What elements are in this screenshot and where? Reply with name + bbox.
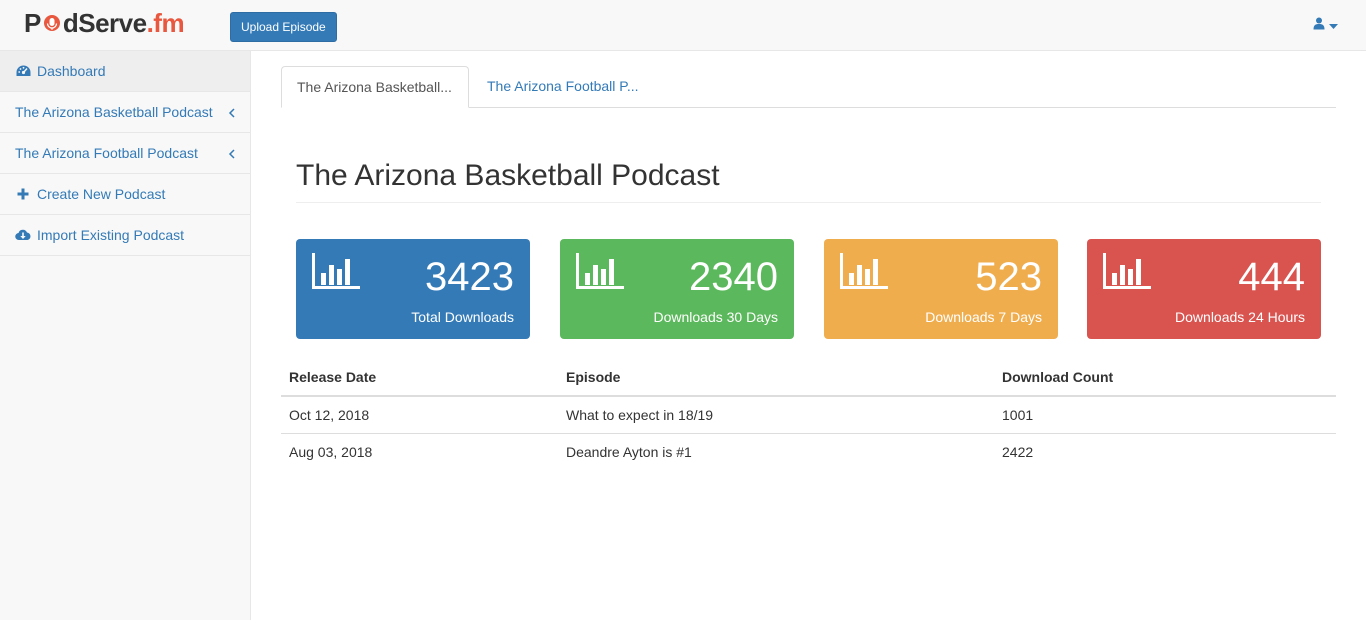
cloud-download-icon	[15, 228, 31, 242]
sidebar-item-label: The Arizona Basketball Podcast	[15, 104, 213, 120]
sidebar-item-label: Create New Podcast	[37, 186, 166, 202]
sidebar-item-label: Dashboard	[37, 63, 106, 79]
stat-panel-downloads-7-days: 523 Downloads 7 Days	[824, 239, 1058, 339]
stat-label: Downloads 24 Hours	[1175, 309, 1305, 325]
podcast-tabs: The Arizona Basketball... The Arizona Fo…	[281, 66, 1336, 108]
table-row: Oct 12, 2018 What to expect in 18/19 100…	[281, 396, 1336, 434]
sidebar-item-label: Import Existing Podcast	[37, 227, 185, 243]
stat-value: 444	[1238, 255, 1305, 299]
user-menu-toggle[interactable]	[1313, 16, 1338, 34]
column-header-release-date: Release Date	[281, 358, 558, 397]
bar-chart-icon	[576, 253, 624, 289]
tab-football-podcast[interactable]: The Arizona Football P...	[472, 66, 654, 108]
brand-prefix: P	[24, 7, 41, 38]
sidebar: Dashboard The Arizona Basketball Podcast…	[0, 51, 251, 620]
main-content: The Arizona Basketball... The Arizona Fo…	[251, 51, 1366, 620]
dashboard-icon	[15, 64, 31, 78]
download-count-cell: 1001	[994, 396, 1336, 434]
column-header-episode: Episode	[558, 358, 994, 397]
table-row: Aug 03, 2018 Deandre Ayton is #1 2422	[281, 433, 1336, 470]
bar-chart-icon	[840, 253, 888, 289]
page-title: The Arizona Basketball Podcast	[296, 159, 1321, 203]
stat-value: 523	[975, 255, 1042, 299]
episode-cell: What to expect in 18/19	[558, 396, 994, 434]
user-icon	[1313, 17, 1325, 33]
stat-label: Downloads 7 Days	[925, 309, 1042, 325]
sidebar-item-dashboard[interactable]: Dashboard	[0, 51, 250, 92]
sidebar-item-import-podcast[interactable]: Import Existing Podcast	[0, 215, 250, 256]
top-navbar: P dServe .fm Upload Episode	[0, 0, 1366, 51]
microphone-icon	[42, 12, 62, 34]
bar-chart-icon	[1103, 253, 1151, 289]
stat-panel-total-downloads: 3423 Total Downloads	[296, 239, 530, 339]
sidebar-item-create-podcast[interactable]: Create New Podcast	[0, 174, 250, 215]
plus-icon	[15, 187, 31, 201]
column-header-download-count: Download Count	[994, 358, 1336, 397]
brand-suffix: .fm	[146, 7, 185, 38]
caret-down-icon	[1329, 17, 1338, 33]
brand-middle: dServe	[62, 7, 147, 38]
episodes-table: Release Date Episode Download Count Oct …	[281, 358, 1336, 470]
chevron-left-icon	[228, 146, 236, 159]
download-count-cell: 2422	[1002, 443, 1034, 460]
brand-logo[interactable]: P dServe .fm	[24, 7, 185, 39]
upload-episode-button[interactable]: Upload Episode	[230, 12, 337, 42]
stat-label: Downloads 30 Days	[653, 309, 778, 325]
sidebar-item-basketball-podcast[interactable]: The Arizona Basketball Podcast	[0, 92, 250, 133]
sidebar-item-football-podcast[interactable]: The Arizona Football Podcast	[0, 133, 250, 174]
release-date-cell: Oct 12, 2018	[281, 396, 558, 434]
stat-label: Total Downloads	[411, 309, 514, 325]
table-header-row: Release Date Episode Download Count	[281, 358, 1336, 397]
stat-panel-downloads-24-hours: 444 Downloads 24 Hours	[1087, 239, 1321, 339]
stat-value: 2340	[689, 255, 778, 299]
chevron-left-icon	[228, 105, 236, 118]
stat-panel-downloads-30-days: 2340 Downloads 30 Days	[560, 239, 794, 339]
episode-cell: Deandre Ayton is #1	[566, 443, 692, 460]
release-date-cell: Aug 03, 2018	[289, 443, 373, 460]
bar-chart-icon	[312, 253, 360, 289]
stat-value: 3423	[425, 255, 514, 299]
tab-basketball-podcast[interactable]: The Arizona Basketball...	[281, 66, 469, 108]
sidebar-item-label: The Arizona Football Podcast	[15, 145, 198, 161]
